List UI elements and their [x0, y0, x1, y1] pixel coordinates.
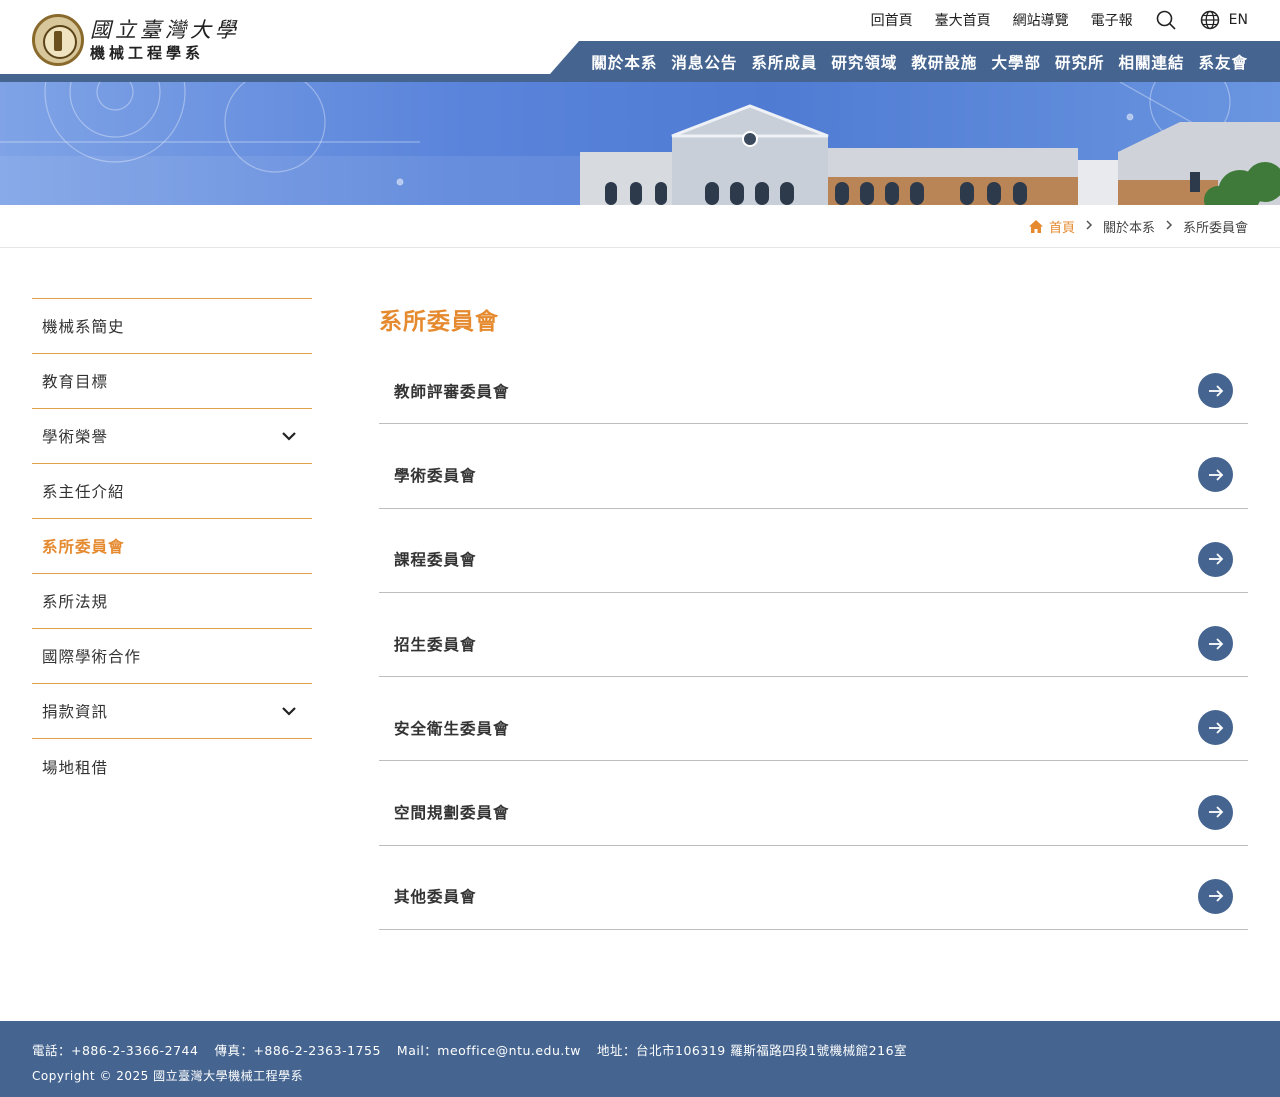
footer-contact: 電話：+886-2-3366-2744 傳真：+886-2-2363-1755 …: [32, 1040, 1248, 1059]
sidebar-item-committees[interactable]: 系所委員會: [32, 519, 312, 574]
nav-item-graduate[interactable]: 研究所: [1055, 51, 1105, 73]
list-item[interactable]: 課程委員會: [379, 509, 1248, 593]
nav-item-alumni[interactable]: 系友會: [1198, 51, 1248, 73]
university-seal-icon: [32, 14, 84, 66]
sidebar-item-education-goals[interactable]: 教育目標: [32, 354, 312, 409]
footer-fax: 傳真：+886-2-2363-1755: [214, 1043, 381, 1058]
language-label: EN: [1228, 12, 1248, 28]
list-item[interactable]: 安全衛生委員會: [379, 677, 1248, 762]
committee-label: 學術委員會: [394, 466, 477, 485]
sidebar-item-label: 場地租借: [42, 758, 109, 777]
committee-label: 課程委員會: [394, 551, 477, 570]
sidebar-item-label: 系主任介紹: [42, 483, 125, 501]
nav-item-about[interactable]: 關於本系: [591, 51, 657, 73]
arrow-right-icon[interactable]: [1198, 541, 1233, 577]
footer-mail[interactable]: Mail：meoffice@ntu.edu.tw: [397, 1040, 581, 1059]
language-switch[interactable]: EN: [1199, 9, 1248, 31]
committee-list: 教師評審委員會 學術委員會 課程委員會 招生委員會 安全衛生委員會 空間規劃委員…: [379, 340, 1248, 931]
breadcrumb-current: 系所委員會: [1182, 221, 1248, 236]
committee-label: 其他委員會: [394, 888, 477, 907]
list-item[interactable]: 招生委員會: [379, 593, 1248, 678]
nav-item-facilities[interactable]: 教研設施: [911, 51, 977, 73]
page-title: 系所委員會: [379, 309, 499, 335]
sidebar-item-venue-rental[interactable]: 場地租借: [32, 739, 312, 794]
arrow-right-icon[interactable]: [1198, 878, 1233, 914]
sidebar-nav: 機械系簡史 教育目標 學術榮譽 系主任介紹 系所委員會 系所法規 國際學術合作 …: [32, 298, 312, 794]
globe-icon: [1199, 9, 1221, 31]
nav-item-research[interactable]: 研究領域: [831, 51, 897, 73]
committee-label: 教師評審委員會: [394, 382, 510, 401]
breadcrumb-home-label: 首頁: [1048, 221, 1075, 236]
hero-banner: [0, 82, 1280, 205]
breadcrumb-about[interactable]: 關於本系: [1103, 217, 1155, 236]
site-footer: 電話：+886-2-3366-2744 傳真：+886-2-2363-1755 …: [0, 1021, 1280, 1097]
committee-label: 招生委員會: [394, 635, 477, 654]
logo-university-name: 國立臺灣大學: [90, 17, 240, 42]
sidebar-item-academic-honors[interactable]: 學術榮譽: [32, 409, 312, 464]
sidebar-item-label: 系所法規: [42, 593, 109, 611]
sidebar-item-donation[interactable]: 捐款資訊: [32, 684, 312, 739]
sidebar-item-history[interactable]: 機械系簡史: [32, 299, 312, 354]
footer-phone: 電話：+886-2-3366-2744: [32, 1043, 199, 1058]
util-link-home[interactable]: 回首頁: [871, 10, 913, 30]
nav-item-undergraduate[interactable]: 大學部: [991, 51, 1041, 73]
chevron-down-icon[interactable]: [280, 427, 298, 445]
nav-item-news[interactable]: 消息公告: [671, 51, 737, 73]
footer-address: 地址：台北市106319 羅斯福路四段1號機械館216室: [597, 1043, 908, 1058]
chevron-down-icon[interactable]: [280, 702, 298, 720]
arrow-right-icon[interactable]: [1198, 373, 1233, 409]
list-item[interactable]: 學術委員會: [379, 424, 1248, 509]
committee-label: 安全衛生委員會: [394, 719, 510, 738]
sidebar-item-label: 系所委員會: [42, 538, 125, 556]
breadcrumb-bar: 首頁 關於本系 系所委員會: [0, 205, 1280, 248]
arrow-right-icon[interactable]: [1198, 710, 1233, 746]
sidebar-item-label: 捐款資訊: [42, 703, 109, 721]
sidebar-item-chair[interactable]: 系主任介紹: [32, 464, 312, 519]
util-link-ntu-home[interactable]: 臺大首頁: [935, 10, 991, 30]
site-header: 國立臺灣大學 機械工程學系 回首頁 臺大首頁 網站導覽 電子報 EN 關於本系 …: [0, 0, 1280, 82]
arrow-right-icon[interactable]: [1198, 626, 1233, 662]
sidebar-item-label: 國際學術合作: [42, 648, 142, 666]
logo-department-name: 機械工程學系: [90, 43, 205, 62]
nav-item-members[interactable]: 系所成員: [751, 51, 817, 73]
sidebar-item-label: 機械系簡史: [42, 318, 125, 336]
sidebar-item-regulations[interactable]: 系所法規: [32, 574, 312, 629]
search-icon[interactable]: [1155, 9, 1177, 31]
logo-text: 國立臺灣大學 機械工程學系: [90, 17, 240, 62]
main-nav: 關於本系 消息公告 系所成員 研究領域 教研設施 大學部 研究所 相關連結 系友…: [543, 41, 1280, 82]
site-logo[interactable]: 國立臺灣大學 機械工程學系: [32, 14, 240, 66]
nav-item-links[interactable]: 相關連結: [1118, 51, 1184, 73]
utility-nav: 回首頁 臺大首頁 網站導覽 電子報 EN: [871, 9, 1248, 31]
util-link-newsletter[interactable]: 電子報: [1091, 10, 1133, 30]
list-item[interactable]: 空間規劃委員會: [379, 761, 1248, 846]
footer-copyright: Copyright © 2025 國立臺灣大學機械工程學系: [32, 1069, 304, 1083]
sidebar-item-label: 學術榮譽: [42, 428, 109, 446]
sidebar-item-international[interactable]: 國際學術合作: [32, 629, 312, 684]
arrow-right-icon[interactable]: [1198, 457, 1233, 493]
committee-label: 空間規劃委員會: [394, 804, 510, 823]
sidebar-item-label: 教育目標: [42, 373, 109, 391]
chevron-right-icon: [1085, 219, 1093, 234]
util-link-sitemap[interactable]: 網站導覽: [1013, 10, 1069, 30]
list-item[interactable]: 其他委員會: [379, 846, 1248, 931]
breadcrumb: 首頁 關於本系 系所委員會: [1028, 217, 1248, 236]
arrow-right-icon[interactable]: [1198, 794, 1233, 830]
banner-illustration: [0, 82, 1280, 205]
list-item[interactable]: 教師評審委員會: [379, 340, 1248, 425]
chevron-right-icon: [1165, 219, 1173, 234]
home-icon: [1028, 220, 1043, 233]
breadcrumb-home[interactable]: 首頁: [1028, 217, 1075, 236]
